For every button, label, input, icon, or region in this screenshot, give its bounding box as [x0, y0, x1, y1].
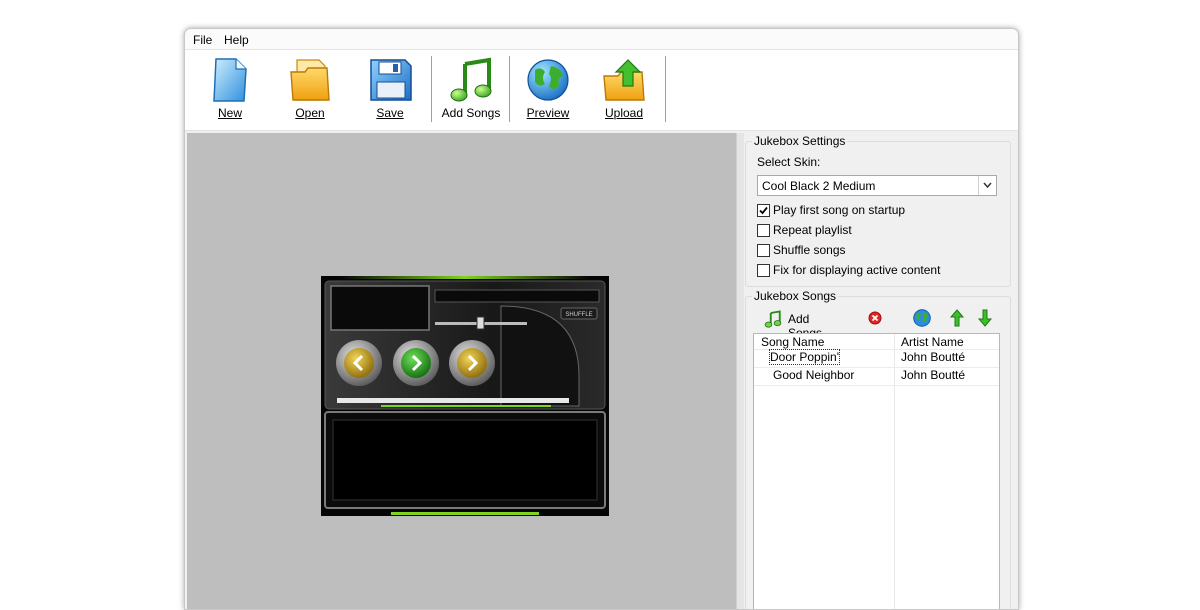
song-preview-button[interactable] — [912, 308, 932, 328]
songs-list[interactable]: Song Name Artist Name Door Poppin' John … — [753, 333, 1000, 609]
toolbar-separator — [509, 56, 510, 122]
jukebox-settings-group: Jukebox Settings Select Skin: Cool Black… — [745, 134, 1011, 287]
checkbox-box[interactable] — [757, 204, 770, 217]
remove-song-button[interactable] — [868, 311, 884, 331]
new-document-icon — [213, 58, 247, 102]
menu-bar: File Help — [185, 29, 1018, 50]
add-songs-toolbar-button[interactable]: Add Songs — [435, 56, 507, 126]
new-button[interactable]: New — [195, 56, 265, 126]
checkbox-label: Repeat playlist — [773, 223, 852, 237]
upload-folder-icon — [603, 59, 645, 101]
move-up-button[interactable] — [949, 309, 965, 329]
toolbar: New Open Save Add Songs Preview Upload — [185, 50, 1018, 131]
app-window: File Help New Open Save Add Songs Previe… — [184, 28, 1019, 610]
save-button[interactable]: Save — [355, 56, 425, 126]
artist-name-cell[interactable]: John Boutté — [901, 368, 965, 382]
checkbox-label: Play first song on startup — [773, 203, 906, 217]
jukebox-songs-group: Jukebox Songs Add Songs — [745, 289, 1011, 609]
column-divider — [894, 334, 895, 609]
floppy-disk-icon — [370, 59, 412, 101]
globe-icon — [913, 309, 931, 327]
globe-icon — [527, 59, 569, 101]
skin-select[interactable]: Cool Black 2 Medium — [757, 175, 997, 196]
column-header-artist-name[interactable]: Artist Name — [901, 335, 964, 349]
artist-name-cell[interactable]: John Boutté — [901, 350, 965, 364]
checkmark-icon — [759, 206, 768, 215]
upload-button[interactable]: Upload — [589, 56, 659, 126]
upload-label: Upload — [604, 106, 644, 120]
column-header-song-name[interactable]: Song Name — [761, 335, 824, 349]
checkbox-label: Fix for displaying active content — [773, 263, 941, 277]
menu-file[interactable]: File — [193, 33, 212, 47]
preview-button[interactable]: Preview — [513, 56, 583, 126]
move-down-button[interactable] — [977, 309, 993, 329]
arrow-up-icon — [949, 309, 965, 327]
folder-icon — [290, 59, 330, 101]
toolbar-separator — [431, 56, 432, 122]
music-notes-icon — [764, 310, 782, 328]
checkbox-box[interactable] — [757, 224, 770, 237]
preview-scrollbar[interactable] — [736, 133, 744, 609]
row-divider — [754, 385, 999, 386]
skin-select-value: Cool Black 2 Medium — [762, 179, 876, 193]
new-label: New — [217, 106, 242, 120]
song-name-cell[interactable]: Door Poppin' — [769, 349, 840, 365]
song-name-cell[interactable]: Good Neighbor — [773, 368, 854, 382]
jukebox-songs-title: Jukebox Songs — [752, 289, 839, 303]
jukebox-skin-graphic: SHUFFLE — [321, 276, 609, 516]
preview-label: Preview — [526, 106, 570, 120]
jukebox-preview-area: SHUFFLE — [187, 133, 736, 609]
toolbar-separator — [665, 56, 666, 122]
open-label: Open — [295, 106, 325, 120]
delete-icon — [868, 311, 882, 325]
save-label: Save — [376, 106, 404, 120]
menu-help[interactable]: Help — [224, 33, 249, 47]
music-notes-icon — [450, 57, 492, 102]
select-skin-label: Select Skin: — [757, 155, 821, 169]
add-songs-button[interactable]: Add Songs — [764, 309, 846, 340]
add-songs-toolbar-label: Add Songs — [441, 106, 501, 120]
open-button[interactable]: Open — [275, 56, 345, 126]
checkbox-label: Shuffle songs — [773, 243, 846, 257]
chevron-down-icon[interactable] — [978, 176, 996, 195]
jukebox-settings-title: Jukebox Settings — [752, 134, 848, 148]
arrow-down-icon — [977, 309, 993, 327]
checkbox-box[interactable] — [757, 264, 770, 277]
checkbox-box[interactable] — [757, 244, 770, 257]
jukebox-skin-preview: SHUFFLE — [321, 276, 609, 516]
shuffle-skin-label: SHUFFLE — [565, 312, 592, 318]
